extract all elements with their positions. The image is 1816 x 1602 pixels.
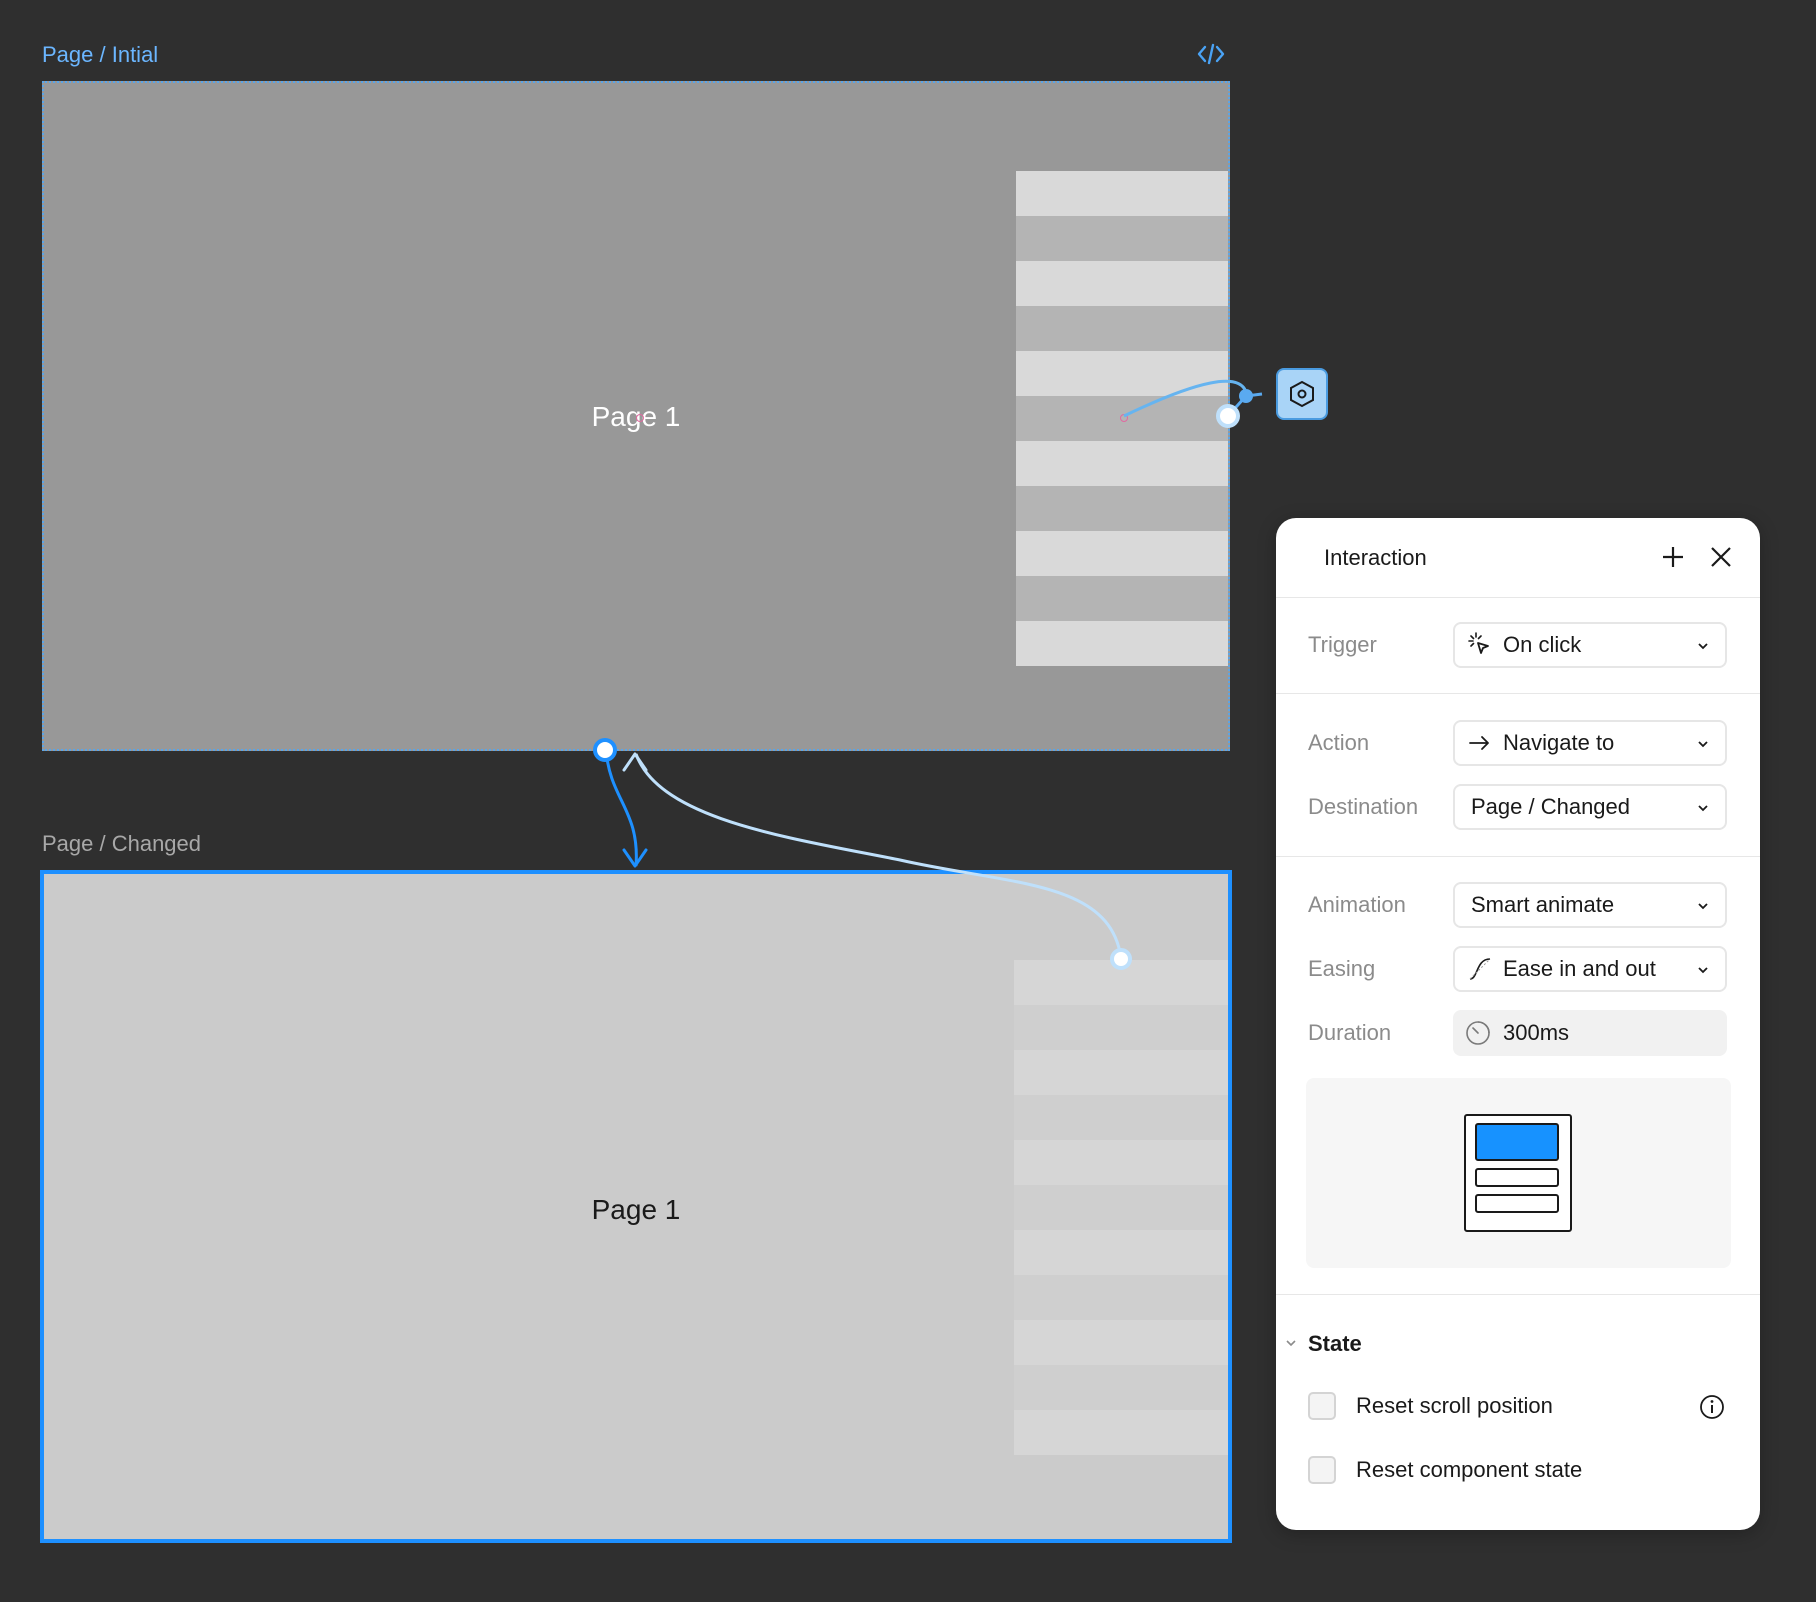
duration-input[interactable]: 300ms: [1453, 1010, 1727, 1056]
trigger-value: On click: [1503, 632, 1582, 657]
arrow-head-icon: [622, 752, 648, 772]
trigger-label: Trigger: [1308, 632, 1377, 657]
info-icon[interactable]: [1698, 1393, 1726, 1426]
chevron-down-icon: [1698, 967, 1708, 974]
duration-value: 300ms: [1503, 1020, 1570, 1045]
preview-block: [1475, 1194, 1559, 1213]
interaction-badge[interactable]: [1276, 368, 1328, 420]
action-select[interactable]: Navigate to: [1453, 720, 1727, 766]
connector-joint: [1239, 389, 1253, 403]
chevron-down-icon: [1698, 741, 1708, 748]
action-value: Navigate to: [1503, 730, 1615, 755]
divider: [1276, 856, 1760, 857]
easing-value: Ease in and out: [1503, 956, 1656, 981]
trigger-select[interactable]: On click: [1453, 622, 1727, 668]
destination-label: Destination: [1308, 794, 1419, 819]
action-label: Action: [1308, 730, 1370, 755]
animation-preview: [1306, 1078, 1731, 1268]
easing-label: Easing: [1308, 956, 1376, 981]
reset-component-label: Reset component state: [1356, 1457, 1583, 1482]
animation-select[interactable]: Smart animate: [1453, 882, 1727, 928]
reset-component-checkbox[interactable]: [1308, 1456, 1336, 1484]
close-icon[interactable]: [1706, 542, 1736, 572]
add-icon[interactable]: [1658, 542, 1688, 572]
connector-back: [634, 753, 1123, 959]
animation-value: Smart animate: [1471, 892, 1615, 917]
preview-block-active: [1475, 1123, 1559, 1161]
chevron-down-icon: [1698, 643, 1708, 650]
preview-block: [1475, 1168, 1559, 1187]
click-icon: [1465, 630, 1495, 660]
connector-navigate: [604, 749, 638, 867]
animation-label: Animation: [1308, 892, 1406, 917]
connector-handle[interactable]: [1216, 404, 1240, 428]
preview-device: [1464, 1114, 1572, 1232]
chevron-down-icon: [1698, 805, 1708, 812]
connector-handle[interactable]: [1110, 948, 1132, 970]
state-heading[interactable]: State: [1308, 1331, 1362, 1357]
arrow-right-icon: [1465, 728, 1495, 758]
panel-title: Interaction: [1324, 545, 1427, 570]
panel-header: Interaction: [1276, 518, 1760, 598]
reset-scroll-label: Reset scroll position: [1356, 1393, 1553, 1418]
interaction-panel: Interaction Trigger On click Action Navi…: [1276, 518, 1760, 1530]
easing-curve-icon: [1465, 954, 1495, 984]
timer-icon: [1463, 1018, 1493, 1048]
divider: [1276, 1294, 1760, 1295]
chevron-down-icon[interactable]: [1284, 1336, 1298, 1355]
divider: [1276, 693, 1760, 694]
chevron-down-icon: [1698, 903, 1708, 910]
reset-scroll-row[interactable]: Reset scroll position: [1308, 1392, 1553, 1420]
connector-origin-handle[interactable]: [593, 738, 617, 762]
duration-label: Duration: [1308, 1020, 1392, 1045]
destination-value: Page / Changed: [1471, 794, 1631, 819]
easing-select[interactable]: Ease in and out: [1453, 946, 1727, 992]
destination-select[interactable]: Page / Changed: [1453, 784, 1727, 830]
reset-component-row[interactable]: Reset component state: [1308, 1456, 1582, 1484]
component-icon: [1290, 380, 1314, 408]
reset-scroll-checkbox[interactable]: [1308, 1392, 1336, 1420]
